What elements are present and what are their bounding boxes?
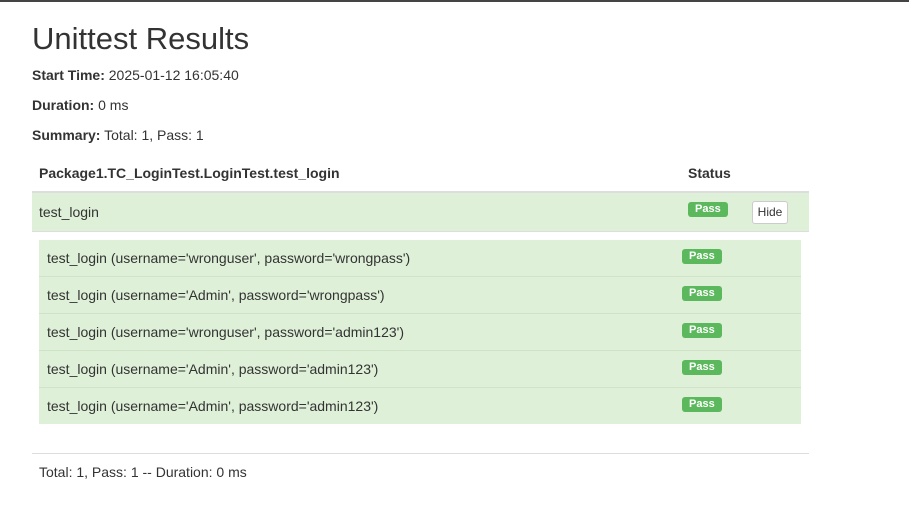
status-badge: Pass (682, 397, 722, 412)
table-row: test_login (username='Admin', password='… (39, 277, 801, 314)
hide-button[interactable]: Hide (752, 201, 788, 224)
table-header: Package1.TC_LoginTest.LoginTest.test_log… (32, 154, 809, 193)
page-title: Unittest Results (32, 21, 250, 56)
test-case-name: test_login (username='wronguser', passwo… (47, 324, 404, 340)
footer-summary: Total: 1, Pass: 1 -- Duration: 0 ms (39, 464, 247, 480)
start-time: Start Time: 2025-01-12 16:05:40 (32, 67, 239, 83)
test-case-list: test_login (username='wronguser', passwo… (39, 240, 801, 424)
summary-label: Summary: (32, 127, 101, 143)
window-top-border (0, 0, 909, 2)
start-time-value: 2025-01-12 16:05:40 (108, 67, 239, 83)
summary: Summary: Total: 1, Pass: 1 (32, 127, 204, 143)
status-badge: Pass (682, 249, 722, 264)
table-row: test_login (username='wronguser', passwo… (39, 314, 801, 351)
duration-value: 0 ms (98, 97, 129, 113)
duration-label: Duration: (32, 97, 95, 113)
summary-value: Total: 1, Pass: 1 (104, 127, 204, 143)
test-group-name: test_login (39, 204, 99, 220)
table-row: test_login (username='wronguser', passwo… (39, 240, 801, 277)
footer-divider (32, 453, 809, 454)
table-row: test_login (username='Admin', password='… (39, 388, 801, 424)
start-time-label: Start Time: (32, 67, 105, 83)
test-group-row: test_login Pass Hide (32, 193, 809, 232)
table-row: test_login (username='Admin', password='… (39, 351, 801, 388)
header-test-name: Package1.TC_LoginTest.LoginTest.test_log… (39, 165, 340, 181)
duration: Duration: 0 ms (32, 97, 128, 113)
test-case-name: test_login (username='Admin', password='… (47, 287, 385, 303)
header-status: Status (688, 165, 731, 181)
results-table: Package1.TC_LoginTest.LoginTest.test_log… (32, 154, 809, 424)
test-case-name: test_login (username='Admin', password='… (47, 361, 379, 377)
status-badge: Pass (682, 286, 722, 301)
test-case-name: test_login (username='Admin', password='… (47, 398, 379, 414)
status-badge: Pass (688, 202, 728, 217)
status-badge: Pass (682, 360, 722, 375)
test-case-name: test_login (username='wronguser', passwo… (47, 250, 411, 266)
status-badge: Pass (682, 323, 722, 338)
